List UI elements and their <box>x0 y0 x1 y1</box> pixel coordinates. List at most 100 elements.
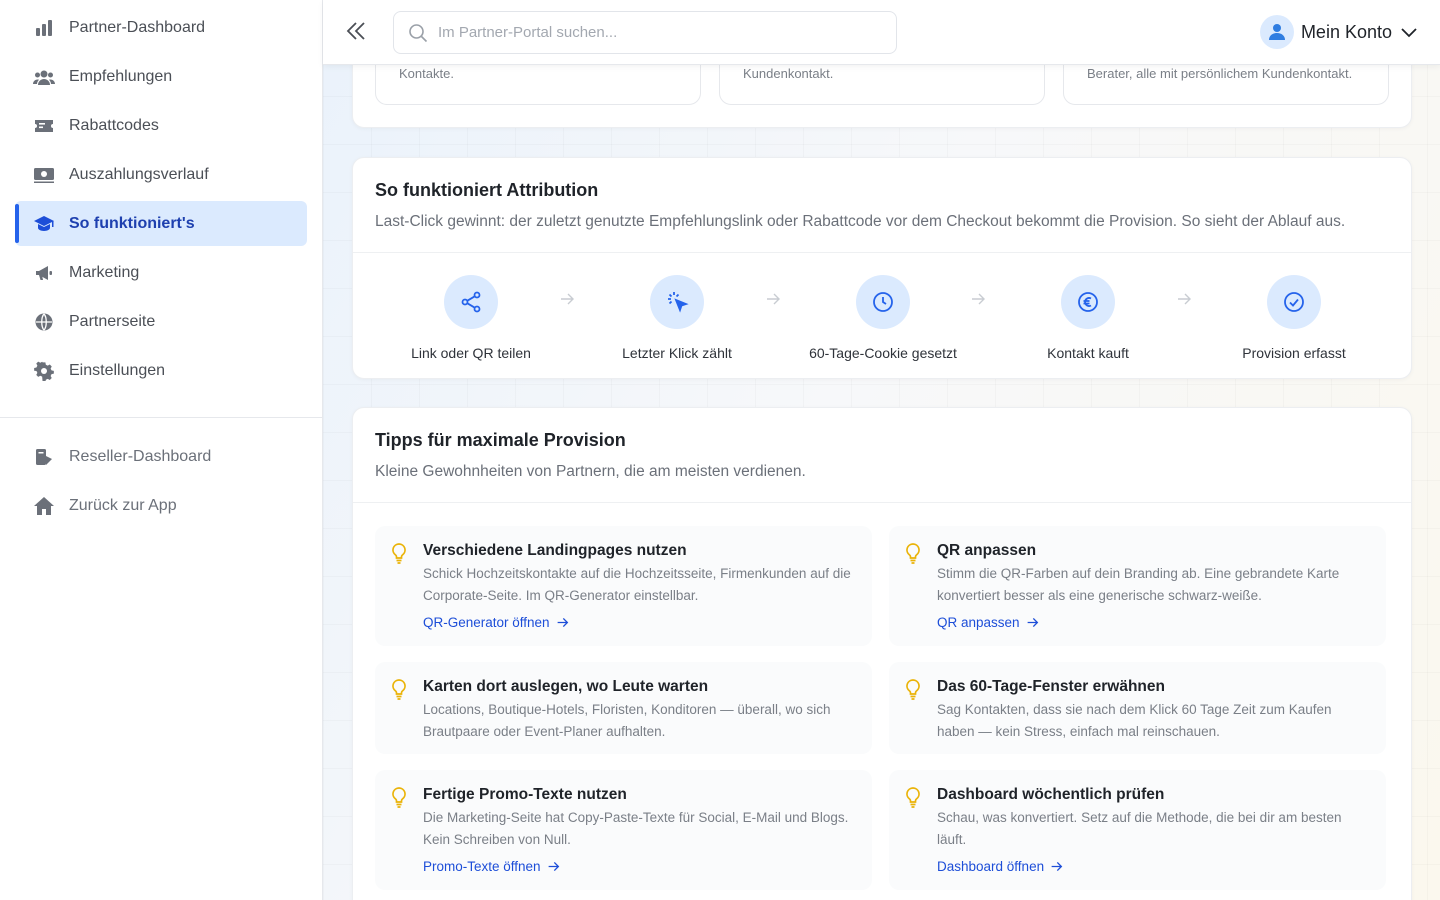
arrow-right-icon <box>559 291 575 307</box>
step-cookie: 60-Tage-Cookie gesetzt <box>783 275 983 361</box>
banknote-icon <box>33 164 55 186</box>
step-last-click: Letzter Klick zählt <box>577 275 777 361</box>
tips-subtitle: Kleine Gewohnheiten von Partnern, die am… <box>375 463 806 480</box>
tip-link-label: QR anpassen <box>937 615 1020 630</box>
gear-icon <box>33 360 55 382</box>
sidebar-item-partner-dashboard[interactable]: Partner-Dashboard <box>15 5 307 50</box>
mini-card-text: Kundenkontakt. <box>743 66 834 81</box>
arrow-right-icon <box>1051 861 1063 872</box>
globe-icon <box>33 311 55 333</box>
arrow-right-icon <box>557 617 568 628</box>
step-share: Link oder QR teilen <box>371 275 571 361</box>
tip-text: Locations, Boutique-Hotels, Floristen, K… <box>423 702 831 739</box>
sidebar-item-label: Partner-Dashboard <box>69 18 206 36</box>
tips-card: Tipps für maximale Provision Kleine Gewo… <box>352 407 1412 900</box>
sidebar-item-label: Empfehlungen <box>69 67 173 85</box>
step-label: Kontakt kauft <box>1047 345 1129 361</box>
step-commission: Provision erfasst <box>1194 275 1394 361</box>
sidebar-item-zurueck-zur-app[interactable]: Zurück zur App <box>15 483 307 528</box>
tip-text: Sag Kontakten, dass sie nach dem Klick 6… <box>937 702 1332 739</box>
attribution-subtitle: Last-Click gewinnt: der zuletzt genutzte… <box>375 213 1346 230</box>
tip-text: Schick Hochzeitskontakte auf die Hochzei… <box>423 566 851 603</box>
sidebar-item-einstellungen[interactable]: Einstellungen <box>15 348 307 393</box>
cursor-click-icon <box>650 275 704 329</box>
tip-title: Karten dort auslegen, wo Leute warten <box>423 678 709 695</box>
tip-text: Schau, was konvertiert. Setz auf die Met… <box>937 810 1342 847</box>
tip-title: Das 60-Tage-Fenster erwähnen <box>937 678 1165 695</box>
tip-link-label: Promo-Texte öffnen <box>423 859 541 874</box>
topbar: Mein Konto <box>323 0 1440 65</box>
sidebar-item-label: Einstellungen <box>69 361 166 379</box>
qr-generator-link[interactable]: QR-Generator öffnen <box>423 615 569 630</box>
user-icon <box>1268 24 1285 40</box>
arrow-right-icon <box>1176 291 1192 307</box>
search-input[interactable] <box>438 24 878 41</box>
bar-chart-icon <box>33 17 55 39</box>
graduation-cap-icon <box>33 213 55 235</box>
tip-text: Stimm die QR-Farben auf dein Branding ab… <box>937 566 1340 603</box>
account-label: Mein Konto <box>1300 21 1392 42</box>
step-label: 60-Tage-Cookie gesetzt <box>809 345 957 361</box>
home-icon <box>33 495 55 517</box>
lightbulb-icon <box>389 786 409 808</box>
sidebar-item-auszahlungsverlauf[interactable]: Auszahlungsverlauf <box>15 152 307 197</box>
step-label: Letzter Klick zählt <box>622 345 732 361</box>
step-label: Link oder QR teilen <box>411 345 531 361</box>
card-header: So funktioniert Attribution Last-Click g… <box>353 158 1411 253</box>
arrow-right-icon <box>765 291 781 307</box>
sidebar: Partner-Dashboard Empfehlungen Rabattcod… <box>0 0 323 900</box>
check-circle-icon <box>1267 275 1321 329</box>
collapse-sidebar-button[interactable] <box>343 18 371 46</box>
reseller-icon <box>33 446 55 468</box>
sidebar-item-reseller-dashboard[interactable]: Reseller-Dashboard <box>15 434 307 479</box>
attribution-title: So funktioniert Attribution <box>375 180 599 200</box>
tip-title: QR anpassen <box>937 542 1037 559</box>
share-icon <box>444 275 498 329</box>
lightbulb-icon <box>903 542 923 564</box>
tips-title: Tipps für maximale Provision <box>375 430 626 450</box>
sidebar-item-so-funktionierts[interactable]: So funktioniert's <box>15 201 307 246</box>
mini-card-text: Kontakte. <box>399 66 454 81</box>
avatar <box>1259 15 1294 49</box>
tip-item: Dashboard wöchentlich prüfen Schau, was … <box>889 770 1386 890</box>
step-purchase: Kontakt kauft <box>988 275 1188 361</box>
sidebar-item-label: Zurück zur App <box>69 496 177 514</box>
mini-card-text: Berater, alle mit persönlichem Kundenkon… <box>1087 66 1353 81</box>
promo-texte-link[interactable]: Promo-Texte öffnen <box>423 859 560 874</box>
clock-icon <box>856 275 910 329</box>
arrow-right-icon <box>1027 617 1038 628</box>
sidebar-item-label: Rabattcodes <box>69 116 159 134</box>
chevron-down-icon <box>1401 28 1417 38</box>
users-icon <box>33 66 55 88</box>
sidebar-item-rabattcodes[interactable]: Rabattcodes <box>15 103 307 148</box>
tip-link-label: QR-Generator öffnen <box>423 615 550 630</box>
lightbulb-icon <box>389 542 409 564</box>
tip-link-label: Dashboard öffnen <box>937 859 1045 874</box>
tip-item: QR anpassen Stimm die QR-Farben auf dein… <box>889 526 1386 646</box>
tip-text: Die Marketing-Seite hat Copy-Paste-Texte… <box>423 810 849 847</box>
search-icon <box>409 24 428 43</box>
lightbulb-icon <box>903 786 923 808</box>
attribution-card: So funktioniert Attribution Last-Click g… <box>352 157 1412 379</box>
sidebar-item-empfehlungen[interactable]: Empfehlungen <box>15 54 307 99</box>
qr-anpassen-link[interactable]: QR anpassen <box>937 615 1039 630</box>
lightbulb-icon <box>903 678 923 700</box>
main-content: Kontakte. Kundenkontakt. Berater, alle m… <box>323 0 1440 900</box>
tip-item: Das 60-Tage-Fenster erwähnen Sag Kontakt… <box>889 662 1386 754</box>
account-menu-button[interactable]: Mein Konto <box>1259 15 1418 49</box>
sidebar-item-marketing[interactable]: Marketing <box>15 250 307 295</box>
dashboard-link[interactable]: Dashboard öffnen <box>937 859 1063 874</box>
sidebar-item-label: Reseller-Dashboard <box>69 447 212 465</box>
chevrons-left-icon <box>346 22 365 40</box>
sidebar-item-partnerseite[interactable]: Partnerseite <box>15 299 307 344</box>
step-label: Provision erfasst <box>1242 345 1346 361</box>
euro-icon <box>1061 275 1115 329</box>
sidebar-item-label: Auszahlungsverlauf <box>69 165 209 183</box>
tip-title: Fertige Promo-Texte nutzen <box>423 786 627 803</box>
tip-item: Verschiedene Landingpages nutzen Schick … <box>375 526 872 646</box>
sidebar-item-label: So funktioniert's <box>69 214 195 232</box>
sidebar-divider <box>0 417 322 418</box>
arrow-right-icon <box>548 861 559 872</box>
tip-item: Karten dort auslegen, wo Leute warten Lo… <box>375 662 872 754</box>
tip-title: Dashboard wöchentlich prüfen <box>937 786 1165 803</box>
